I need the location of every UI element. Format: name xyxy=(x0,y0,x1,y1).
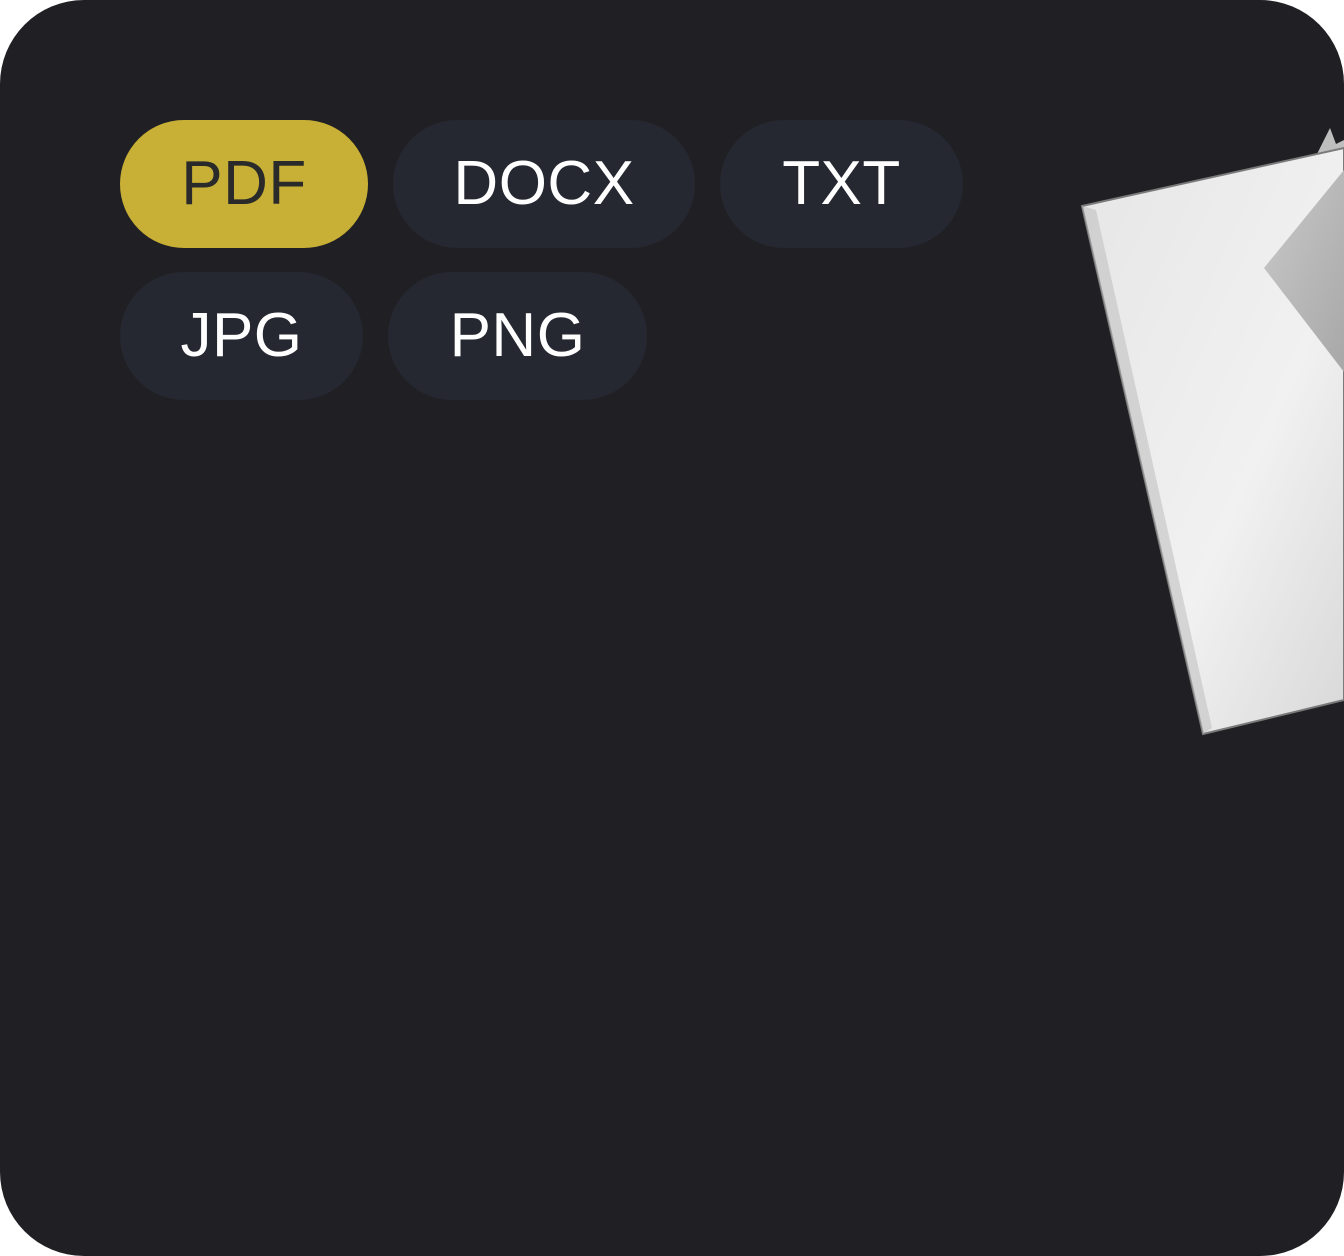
format-chip-txt[interactable]: TXT xyxy=(720,120,963,248)
file-format-card: PDF DOCX TXT JPG PNG xyxy=(0,0,1344,1256)
format-chip-docx[interactable]: DOCX xyxy=(393,120,695,248)
format-chip-pdf[interactable]: PDF xyxy=(120,120,368,248)
format-chip-png[interactable]: PNG xyxy=(388,272,647,400)
format-chip-jpg[interactable]: JPG xyxy=(120,272,363,400)
